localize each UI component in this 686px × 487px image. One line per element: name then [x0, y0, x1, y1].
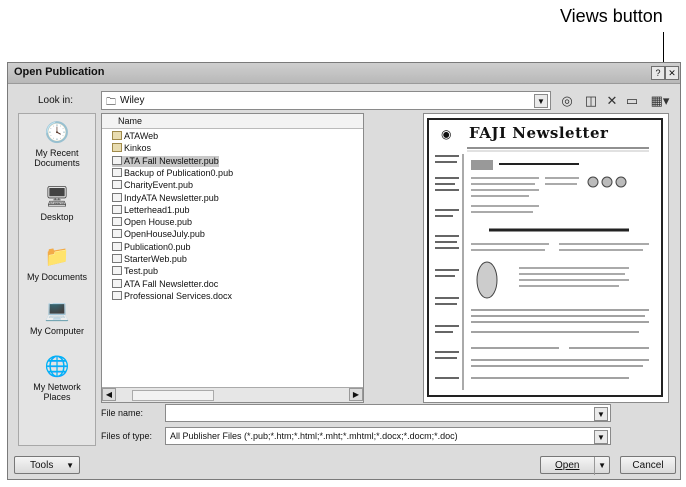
place-label: My Documents [26, 272, 88, 282]
file-name: Professional Services.docx [124, 290, 233, 301]
word-document-icon [112, 278, 122, 288]
folder-icon [112, 131, 122, 140]
delete-icon[interactable]: ✕ [604, 93, 620, 109]
tools-label: Tools [30, 460, 54, 471]
file-name: Test.pub [124, 266, 159, 277]
file-name: Publication0.pub [124, 241, 191, 252]
my-computer-icon: 💻 [44, 300, 70, 322]
publisher-file-icon [112, 254, 122, 263]
open-publication-dialog: Open Publication ? ✕ Look in: 🗀 Wiley ▼ … [7, 62, 681, 480]
publisher-file-icon [112, 204, 122, 214]
list-item[interactable]: IndyATA Newsletter.pub [112, 192, 219, 204]
scroll-left-icon[interactable]: ◀ [102, 388, 116, 401]
chevron-down-icon[interactable]: ▼ [594, 457, 606, 475]
place-label: Desktop [40, 212, 74, 222]
recent-documents-icon: 🕓 [44, 122, 70, 144]
folder-icon: 🗀 [106, 97, 116, 108]
file-name-label: File name: [101, 408, 144, 418]
file-name-input[interactable]: ▼ [165, 404, 611, 422]
place-my-documents[interactable]: 📁 My Documents [19, 244, 95, 282]
folder-icon [112, 143, 122, 153]
cancel-button[interactable]: Cancel [620, 456, 676, 474]
open-button[interactable]: Open ▼ [540, 456, 610, 475]
scroll-right-icon[interactable]: ▶ [349, 388, 363, 401]
list-item[interactable]: Test.pub [112, 266, 158, 277]
close-button[interactable]: ✕ [665, 66, 679, 80]
list-item[interactable]: Professional Services.docx [112, 290, 233, 302]
file-type-dropdown[interactable]: All Publisher Files (*.pub;*.htm;*.html;… [165, 427, 611, 445]
places-bar: 🕓 My Recent Documents 🖥 Desktop 📁 My Doc… [18, 113, 96, 446]
file-name: CharityEvent.pub [124, 180, 194, 191]
up-folder-icon[interactable]: ◫ [583, 93, 599, 109]
place-label: My Recent Documents [34, 148, 80, 168]
my-documents-icon: 📁 [44, 246, 70, 268]
scroll-thumb[interactable] [132, 390, 214, 401]
place-label: My Computer [29, 326, 84, 336]
publisher-file-icon [112, 180, 122, 190]
chevron-down-icon[interactable]: ▼ [534, 94, 548, 108]
list-item[interactable]: Publication0.pub [112, 241, 191, 253]
file-name: Kinkos [124, 143, 152, 154]
list-item[interactable]: StarterWeb.pub [112, 254, 187, 265]
file-list[interactable]: Name ATAWeb Kinkos ATA Fall Newsletter.pub… [101, 113, 364, 403]
file-name: ATA Fall Newsletter.doc [124, 278, 219, 289]
help-button[interactable]: ? [651, 66, 665, 80]
callout-label: Views button [560, 6, 663, 26]
publisher-file-icon [112, 241, 122, 251]
desktop-icon: 🖥 [44, 186, 70, 208]
list-item[interactable]: ATA Fall Newsletter.doc [112, 278, 219, 290]
title-bar: Open Publication ? ✕ [8, 63, 680, 84]
list-item[interactable]: Backup of Publication0.pub [112, 167, 234, 179]
chevron-down-icon[interactable]: ▼ [594, 430, 608, 444]
column-label: Name [118, 116, 143, 126]
publisher-file-icon [112, 167, 122, 177]
place-my-computer[interactable]: 💻 My Computer [19, 298, 95, 336]
look-in-value: Wiley [120, 95, 145, 106]
dialog-title: Open Publication [14, 66, 105, 78]
publisher-file-icon [112, 155, 122, 165]
place-my-recent-documents[interactable]: 🕓 My Recent Documents [19, 120, 95, 168]
newsletter-preview: ◉ FAJI Newsletter [427, 118, 663, 397]
new-folder-icon[interactable]: ▭ [624, 93, 640, 109]
list-item[interactable]: Letterhead1.pub [112, 204, 190, 216]
publisher-file-icon [112, 217, 122, 227]
file-name: Backup of Publication0.pub [124, 167, 234, 178]
look-in-dropdown[interactable]: 🗀 Wiley ▼ [101, 91, 551, 110]
cancel-label: Cancel [632, 460, 664, 471]
word-document-icon [112, 290, 122, 300]
file-name: ATAWeb [124, 131, 159, 141]
place-desktop[interactable]: 🖥 Desktop [19, 184, 95, 222]
list-item[interactable]: ATAWeb [112, 131, 158, 142]
back-icon[interactable]: ◎ [559, 93, 575, 109]
list-item[interactable]: OpenHouseJuly.pub [112, 229, 205, 240]
open-label: Open [555, 460, 580, 471]
list-item[interactable]: Kinkos [112, 143, 151, 154]
look-in-label: Look in: [38, 95, 74, 106]
list-item[interactable]: ATA Fall Newsletter.pub [112, 155, 219, 167]
preview-pane: ◉ FAJI Newsletter [423, 113, 669, 403]
list-item[interactable]: Open House.pub [112, 217, 192, 228]
publisher-file-icon [112, 192, 122, 202]
file-name: IndyATA Newsletter.pub [124, 192, 219, 203]
file-name: OpenHouseJuly.pub [124, 229, 205, 240]
file-name: StarterWeb.pub [124, 254, 187, 264]
file-name: Open House.pub [124, 217, 193, 228]
file-type-value: All Publisher Files (*.pub;*.htm;*.html;… [170, 431, 458, 441]
publisher-file-icon [112, 229, 122, 239]
publisher-file-icon [112, 266, 122, 276]
horizontal-scrollbar[interactable]: ◀ ▶ [102, 387, 363, 402]
network-places-icon: 🌐 [44, 356, 70, 378]
name-column-header[interactable]: Name [102, 114, 363, 129]
file-type-label: Files of type: [101, 431, 153, 441]
place-my-network-places[interactable]: 🌐 My Network Places [19, 354, 95, 402]
tools-button[interactable]: Tools ▼ [14, 456, 80, 474]
views-icon[interactable]: ▦▾ [648, 93, 672, 109]
chevron-down-icon: ▼ [66, 461, 74, 470]
preview-layout-graphic [435, 147, 649, 390]
file-name: ATA Fall Newsletter.pub [124, 155, 219, 166]
chevron-down-icon[interactable]: ▼ [594, 407, 608, 421]
file-name: Letterhead1.pub [124, 204, 190, 215]
place-label: My Network Places [33, 382, 81, 402]
list-item[interactable]: CharityEvent.pub [112, 180, 193, 191]
